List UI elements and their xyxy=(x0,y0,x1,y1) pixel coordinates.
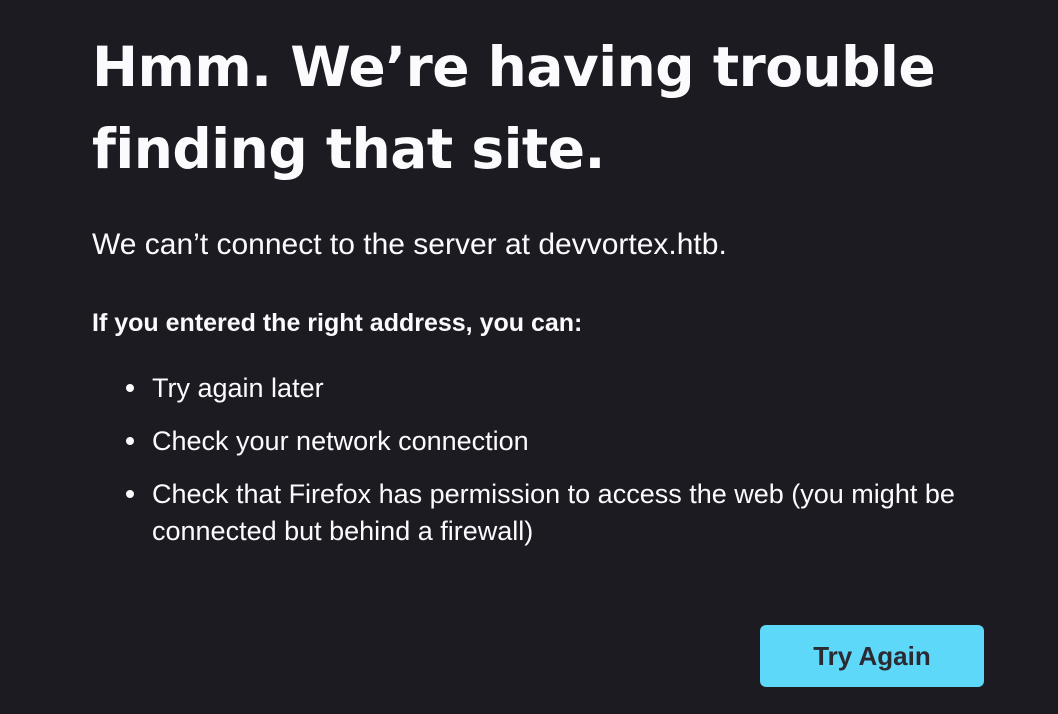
error-page: Hmm. We’re having trouble finding that s… xyxy=(92,0,992,546)
suggestion-item-check-network: Check your network connection xyxy=(92,423,992,460)
error-short-description: We can’t connect to the server at devvor… xyxy=(92,228,727,261)
suggestion-text: Check your network connection xyxy=(152,426,529,456)
suggestion-text: Check that Firefox has permission to acc… xyxy=(152,479,955,546)
suggestion-text: Try again later xyxy=(152,373,324,403)
bullet-icon xyxy=(126,490,134,498)
error-title: Hmm. We’re having trouble finding that s… xyxy=(92,35,936,181)
suggestion-item-try-later: Try again later xyxy=(92,370,992,407)
suggestion-item-check-firewall: Check that Firefox has permission to acc… xyxy=(92,476,992,550)
suggestions-heading: If you entered the right address, you ca… xyxy=(92,309,583,337)
try-again-button[interactable]: Try Again xyxy=(760,625,984,687)
bullet-icon xyxy=(126,384,134,392)
suggestions-list: Try again later Check your network conne… xyxy=(92,370,992,566)
bullet-icon xyxy=(126,437,134,445)
